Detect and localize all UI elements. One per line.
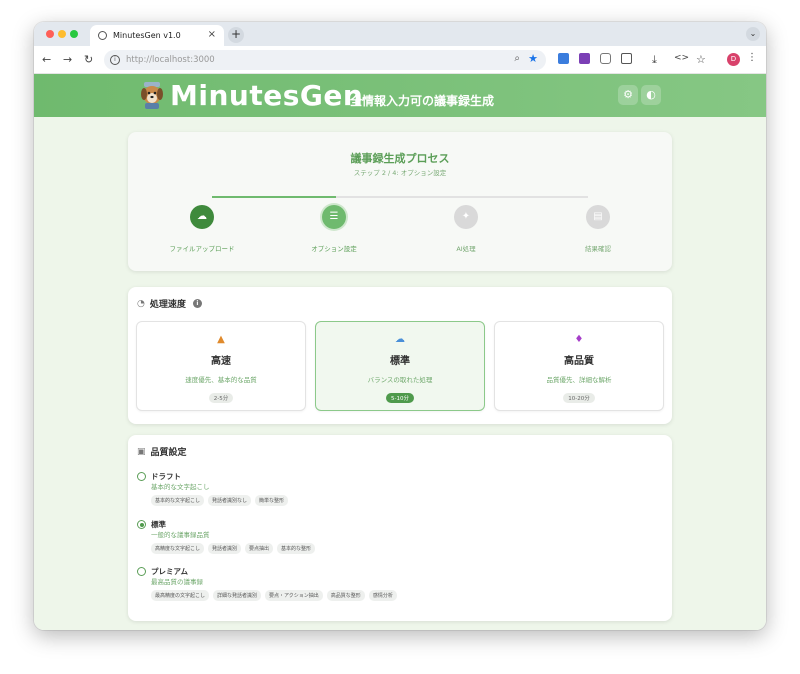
- cloud-upload-icon: ☁: [190, 205, 214, 229]
- camera-icon[interactable]: [600, 53, 611, 64]
- process-card: 議事録生成プロセス ステップ 2 / 4: オプション設定 ☁ ファイルアップロ…: [128, 132, 672, 271]
- sliders-icon: ☰: [322, 205, 346, 229]
- quality-option-desc: 一般的な議事録品質: [151, 531, 210, 539]
- feature-chip: 簡単な整形: [255, 495, 289, 506]
- quality-card: ▣ 品質設定 ドラフト 基本的な文字起こし 基本的な文字起こし 発話者識別なし …: [128, 435, 672, 621]
- speed-option-badge: 5-10分: [386, 393, 414, 403]
- process-subtitle: ステップ 2 / 4: オプション設定: [353, 169, 447, 177]
- feature-chip: 基本的な文字起こし: [151, 495, 205, 506]
- speed-section-header: ◔ 処理速度 i: [137, 297, 202, 310]
- step-result: ▤ 結果確認: [538, 205, 658, 253]
- speed-option-high-quality[interactable]: ♦ 高品質 品質優先、詳細な解析 10-20分: [494, 321, 664, 411]
- step-label: オプション設定: [311, 245, 357, 253]
- sparkle-icon: ✦: [454, 205, 478, 229]
- quality-option-desc: 最高品質の議事録: [151, 578, 203, 586]
- feature-chip: 要点抽出: [245, 543, 274, 554]
- extension-screen-icon[interactable]: [558, 53, 569, 64]
- new-tab-button[interactable]: +: [228, 27, 244, 43]
- url-port: :3000: [190, 55, 215, 65]
- quality-section-header: ▣ 品質設定: [137, 445, 187, 459]
- radio-draft[interactable]: [137, 472, 146, 481]
- radio-premium[interactable]: [137, 567, 146, 576]
- download-icon[interactable]: ⤓: [652, 53, 657, 67]
- zoom-icon[interactable]: ⌕: [514, 53, 520, 64]
- speed-option-name: 高速: [211, 356, 231, 367]
- browser-tab[interactable]: MinutesGen v1.0 ×: [90, 25, 224, 46]
- site-info-icon[interactable]: i: [110, 55, 120, 65]
- gem-icon: ♦: [574, 334, 584, 345]
- profile-avatar[interactable]: D: [727, 53, 740, 66]
- speed-option-fast[interactable]: ▲ 高速 速度優先、基本的な品質 2-5分: [136, 321, 306, 411]
- speed-option-name: 標準: [390, 356, 410, 367]
- step-label: 結果確認: [585, 245, 611, 253]
- theme-palette-icon[interactable]: ◐: [641, 85, 661, 105]
- step-file-upload: ☁ ファイルアップロード: [142, 205, 262, 253]
- step-label: AI処理: [456, 245, 476, 253]
- quality-title: 品質設定: [150, 448, 187, 458]
- bookmark-star-icon[interactable]: ★: [528, 52, 538, 65]
- tab-bar: MinutesGen v1.0 × + ⌄: [34, 22, 766, 46]
- feature-chip: 基本的な整形: [277, 543, 316, 554]
- feature-chip: 詳細な発話者識別: [213, 590, 262, 601]
- feature-chip: 高精度な文字起こし: [151, 543, 205, 554]
- back-arrow-icon[interactable]: ←: [42, 53, 51, 66]
- speed-option-badge: 2-5分: [208, 393, 234, 403]
- app-brand-title: MinutesGen: [170, 79, 364, 112]
- feature-chip: 感情分析: [368, 590, 397, 601]
- feature-chip: 発話者識別なし: [208, 495, 252, 506]
- browser-toolbar: ← → ↻ i http://localhost:3000 ⌕ ★ ⤓ <> ☆…: [34, 46, 766, 74]
- tab-close-icon[interactable]: ×: [208, 29, 216, 40]
- speed-option-desc: 速度優先、基本的な品質: [185, 376, 257, 384]
- process-title: 議事録生成プロセス: [350, 152, 450, 165]
- speed-option-desc: バランスの取れた処理: [367, 376, 433, 384]
- dog-mascot-logo: [141, 82, 163, 109]
- feature-chips: 基本的な文字起こし 発話者識別なし 簡単な整形: [151, 495, 289, 506]
- feature-chip: 要点・アクション抽出: [265, 590, 323, 601]
- feature-chip: 最高精度の文字起こし: [151, 590, 210, 601]
- browser-menu-icon[interactable]: ⋮: [747, 52, 757, 63]
- forward-arrow-icon[interactable]: →: [63, 53, 72, 66]
- reading-list-icon[interactable]: ☆: [696, 53, 706, 66]
- globe-icon: [98, 31, 107, 40]
- reload-icon[interactable]: ↻: [84, 53, 93, 66]
- help-info-icon[interactable]: i: [192, 299, 202, 308]
- app-header: MinutesGen 全情報入力可の議事録生成 ⚙ ◐: [34, 74, 766, 117]
- extension-onenote-icon[interactable]: [579, 53, 590, 64]
- step-options: ☰ オプション設定: [274, 205, 394, 253]
- speedometer-icon: ◔: [137, 298, 145, 309]
- speed-option-standard[interactable]: ☁ 標準 バランスの取れた処理 5-10分: [315, 321, 485, 411]
- close-window-button[interactable]: [46, 30, 54, 38]
- radio-standard[interactable]: [137, 520, 146, 529]
- minimize-window-button[interactable]: [58, 30, 66, 38]
- speed-option-name: 高品質: [564, 356, 594, 367]
- code-view-icon[interactable]: <>: [674, 53, 689, 63]
- document-icon: ▤: [586, 205, 610, 229]
- feature-chips: 高精度な文字起こし 発話者識別 要点抽出 基本的な整形: [151, 543, 316, 554]
- cloud-icon: ☁: [395, 334, 405, 345]
- step-ai-processing: ✦ AI処理: [406, 205, 526, 253]
- maximize-window-button[interactable]: [70, 30, 78, 38]
- address-bar[interactable]: i http://localhost:3000 ⌕ ★: [104, 50, 546, 70]
- feature-chips: 最高精度の文字起こし 詳細な発話者識別 要点・アクション抽出 高品質な整形 感情…: [151, 590, 397, 601]
- speed-option-desc: 品質優先、詳細な解析: [546, 376, 612, 384]
- settings-gear-icon[interactable]: ⚙: [618, 85, 638, 105]
- browser-window: MinutesGen v1.0 × + ⌄ ← → ↻ i http://loc…: [34, 22, 766, 630]
- feature-chip: 発話者識別: [208, 543, 242, 554]
- tab-search-chevron-icon[interactable]: ⌄: [746, 27, 760, 41]
- url-host: http://localhost: [126, 55, 191, 65]
- feature-chip: 高品質な整形: [326, 590, 365, 601]
- app-tagline: 全情報入力可の議事録生成: [350, 94, 495, 108]
- step-label: ファイルアップロード: [169, 245, 235, 253]
- puzzle-extensions-icon[interactable]: [621, 53, 632, 64]
- tab-title: MinutesGen v1.0: [113, 31, 181, 40]
- progress-track: [212, 196, 588, 198]
- quality-option-desc: 基本的な文字起こし: [151, 483, 210, 491]
- speed-card: ◔ 処理速度 i ▲ 高速 速度優先、基本的な品質 2-5分 ☁ 標準 バランス…: [128, 287, 672, 424]
- progress-fill: [212, 196, 337, 198]
- rocket-icon: ▲: [217, 334, 225, 345]
- speed-option-badge: 10-20分: [563, 393, 595, 403]
- app-page: MinutesGen 全情報入力可の議事録生成 ⚙ ◐ 議事録生成プロセス ステ…: [34, 74, 766, 630]
- hd-quality-icon: ▣: [137, 446, 146, 457]
- speed-title: 処理速度: [149, 300, 186, 310]
